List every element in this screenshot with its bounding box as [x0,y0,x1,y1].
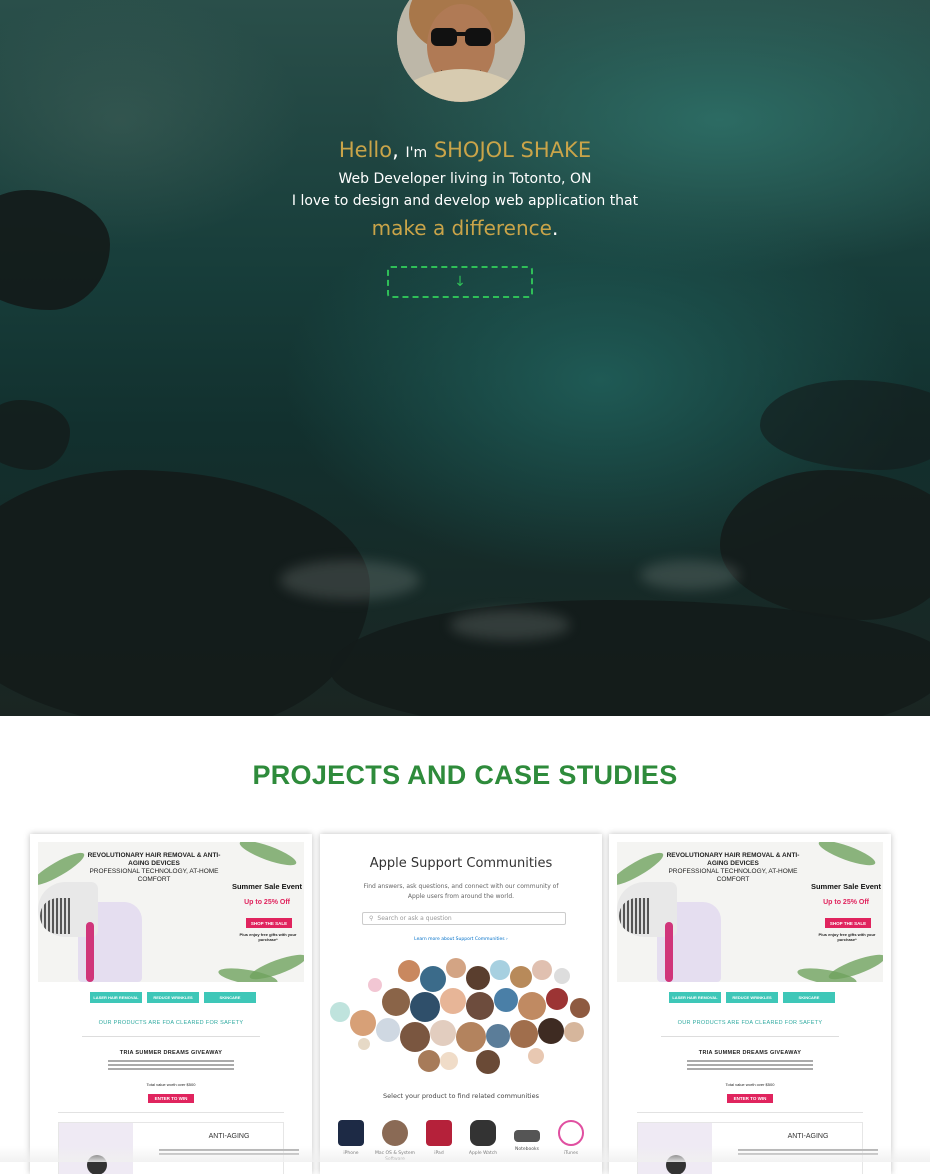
apple-watch-icon [470,1120,496,1146]
rock-decoration [760,380,930,470]
foam-decoration [640,560,740,590]
role-text: Web Developer living in Totonto, ON [338,171,592,187]
search-icon: ⚲ [369,915,374,922]
project-card-tria-2[interactable]: REVOLUTIONARY HAIR REMOVAL & ANTI-AGING … [609,834,891,1174]
tria-total-text: Total value worth over $500 [725,1082,775,1087]
ipad-icon [426,1120,452,1146]
projects-title: PROJECTS AND CASE STUDIES [252,760,678,790]
apple-search-placeholder: Search or ask a question [377,915,452,922]
tria-gift-text: Plus enjoy free gifts with your purchase… [818,932,876,942]
tria-sale-title: Summer Sale Event [810,882,881,891]
tria-hero-image: REVOLUTIONARY HAIR REMOVAL & ANTI-AGING … [617,842,883,982]
tria-shop-button: SHOP THE SALE [825,918,871,928]
rock-decoration [720,470,930,620]
itunes-icon [558,1120,584,1146]
tria-tab: SKINCARE [783,992,835,1003]
name-text: SHOJOL SHAKE [433,138,592,162]
hero-section: Hello, I'm SHOJOL SHAKE Web Developer li… [0,0,930,716]
tria-tab: REDUCE WRINKLES [726,992,778,1003]
tria-discount: Up to 25% Off [823,899,869,906]
tria-tab: REDUCE WRINKLES [147,992,199,1003]
profile-avatar [397,0,525,102]
apple-select-text: Select your product to find related comm… [383,1092,539,1100]
tria-hero-image: REVOLUTIONARY HAIR REMOVAL & ANTI-AGING … [38,842,304,982]
tria-discount: Up to 25% Off [244,899,290,906]
foam-decoration [280,560,420,600]
apple-search-field: ⚲ Search or ask a question [362,912,566,925]
difference-text: make a difference [371,216,552,240]
bottom-fade [0,1146,930,1162]
device-image [617,872,727,982]
tria-tab: LASER HAIR REMOVAL [90,992,142,1003]
tria-fda-text: OUR PRODUCTS ARE FDA CLEARED FOR SAFETY [98,1020,244,1026]
tria-enter-button: ENTER TO WIN [148,1094,194,1103]
device-image [38,872,148,982]
tria-fda-text: OUR PRODUCTS ARE FDA CLEARED FOR SAFETY [677,1020,823,1026]
tria-giveaway-title: TRIA SUMMER DREAMS GIVEAWAY [119,1050,223,1056]
tria-anti-aging-title: ANTI-AGING [787,1133,829,1140]
tria-total-text: Total value worth over $500 [146,1082,196,1087]
tagline-text: I love to design and develop web applica… [291,193,639,209]
arrow-down-icon: ↓ [454,274,466,290]
tria-enter-button: ENTER TO WIN [727,1094,773,1103]
im-text: I'm [405,145,428,161]
apple-title: Apple Support Communities [369,856,553,871]
tria-tab: SKINCARE [204,992,256,1003]
project-card-tria-1[interactable]: REVOLUTIONARY HAIR REMOVAL & ANTI-AGING … [30,834,312,1174]
scroll-down-button[interactable]: ↓ [387,266,533,298]
comma-text: , [392,138,399,162]
project-card-apple[interactable]: Apple Support Communities Find answers, … [320,834,602,1174]
tria-headline: REVOLUTIONARY HAIR REMOVAL & ANTI-AGING … [87,852,221,867]
tria-giveaway-title: TRIA SUMMER DREAMS GIVEAWAY [698,1050,802,1056]
apple-learn-link: Learn more about Support Communities › [414,937,508,942]
iphone-icon [338,1120,364,1146]
greeting-block: Hello, I'm SHOJOL SHAKE Web Developer li… [0,136,930,243]
tria-subheadline: PROFESSIONAL TECHNOLOGY, AT-HOME COMFORT [668,868,798,883]
period-text: . [551,216,559,240]
tria-gift-text: Plus enjoy free gifts with your purchase… [239,932,297,942]
rock-decoration [0,400,70,470]
tria-tab: LASER HAIR REMOVAL [669,992,721,1003]
tria-headline: REVOLUTIONARY HAIR REMOVAL & ANTI-AGING … [666,852,800,867]
tria-shop-button: SHOP THE SALE [246,918,292,928]
apple-description: Find answers, ask questions, and connect… [363,883,559,900]
hello-text: Hello [338,138,393,162]
foam-decoration [450,610,570,640]
notebook-icon [514,1130,540,1142]
tria-sale-title: Summer Sale Event [231,882,302,891]
tria-anti-aging-title: ANTI-AGING [208,1133,250,1140]
macos-icon [382,1120,408,1146]
tria-subheadline: PROFESSIONAL TECHNOLOGY, AT-HOME COMFORT [89,868,219,883]
